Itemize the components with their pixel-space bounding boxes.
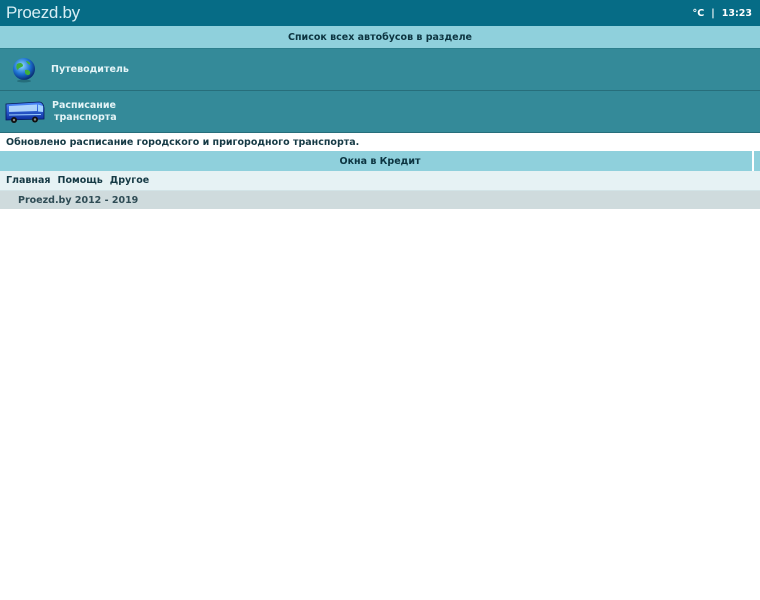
separator: |: [711, 7, 715, 19]
nav-label-schedule: Расписание транспорта: [52, 100, 117, 124]
clock-time: 13:23: [721, 7, 752, 19]
top-bar: Proezd.by °C | 13:23: [0, 0, 760, 26]
nav-label-schedule-line1: Расписание: [52, 99, 116, 111]
bottom-menu: Главная Помощь Другое: [0, 171, 760, 191]
footer-copyright: Proezd.by 2012 - 2019: [18, 194, 139, 206]
globe-icon: [0, 57, 48, 83]
nav-item-guide[interactable]: Путеводитель: [0, 48, 760, 91]
banner-edge: [752, 151, 760, 171]
footer: Proezd.by 2012 - 2019: [0, 191, 760, 209]
section-title-bar: Список всех автобусов в разделе: [0, 26, 760, 48]
notice-text: Обновлено расписание городского и пригор…: [0, 133, 760, 151]
notice-message[interactable]: Обновлено расписание городского и пригор…: [6, 137, 359, 148]
weather-time: °C | 13:23: [693, 8, 752, 19]
menu-item-home[interactable]: Главная: [6, 175, 51, 186]
nav-label-guide: Путеводитель: [51, 64, 129, 75]
temperature-unit: °C: [692, 7, 705, 19]
bus-icon: [0, 98, 48, 126]
menu-item-other[interactable]: Другое: [110, 175, 149, 186]
site-logo[interactable]: Proezd.by: [6, 3, 80, 23]
credit-banner: Окна в Кредит: [0, 151, 760, 171]
section-title[interactable]: Список всех автобусов в разделе: [288, 32, 472, 43]
nav-label-schedule-line2: транспорта: [54, 111, 117, 123]
credit-link[interactable]: Окна в Кредит: [340, 156, 421, 167]
nav-item-schedule[interactable]: Расписание транспорта: [0, 91, 760, 133]
menu-item-help[interactable]: Помощь: [58, 175, 103, 186]
